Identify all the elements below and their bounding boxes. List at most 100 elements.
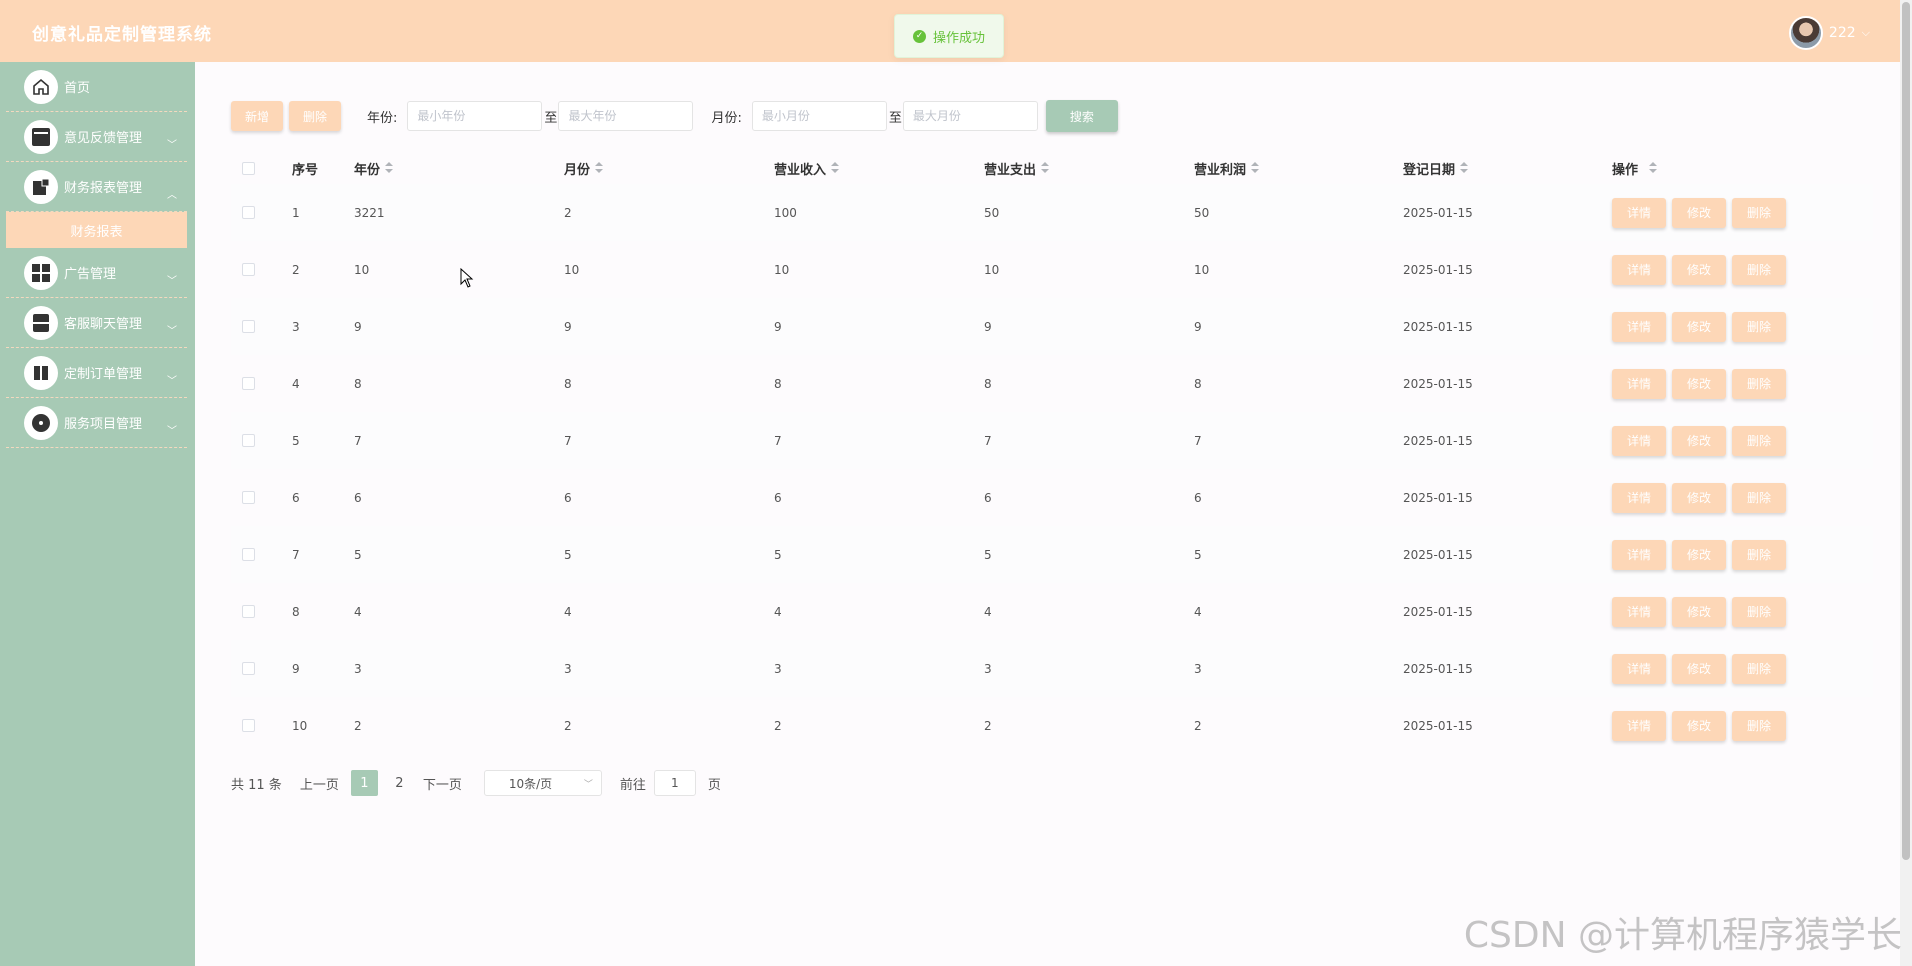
row-checkbox[interactable] bbox=[242, 662, 255, 675]
year-max-input[interactable] bbox=[558, 101, 694, 131]
delete-button[interactable]: 删除 bbox=[1732, 254, 1786, 285]
edit-button[interactable]: 修改 bbox=[1672, 425, 1726, 456]
select-all-checkbox[interactable] bbox=[242, 161, 255, 175]
detail-button[interactable]: 详情 bbox=[1612, 311, 1666, 342]
username[interactable]: 222 bbox=[1829, 25, 1856, 41]
edit-button[interactable]: 修改 bbox=[1672, 311, 1726, 342]
page-1-button[interactable]: 1 bbox=[350, 770, 378, 796]
sidebar-item-home[interactable]: 首页 bbox=[6, 62, 187, 112]
header-year[interactable]: 年份 bbox=[354, 152, 394, 184]
page-size-select[interactable]: 10条/页 ﹀ bbox=[483, 770, 602, 796]
row-checkbox[interactable] bbox=[242, 263, 255, 276]
table-row: 3 9 9 9 9 9 2025-01-15 详情 修改 删除 bbox=[231, 298, 1873, 355]
row-checkbox[interactable] bbox=[242, 377, 255, 390]
add-button[interactable]: 新增 bbox=[231, 101, 284, 131]
sidebar-item-chat[interactable]: 客服聊天管理 ﹀ bbox=[6, 298, 187, 348]
row-checkbox[interactable] bbox=[242, 320, 255, 333]
row-year: 2 bbox=[354, 718, 362, 733]
row-checkbox[interactable] bbox=[242, 491, 255, 504]
edit-button[interactable]: 修改 bbox=[1672, 482, 1726, 513]
row-checkbox[interactable] bbox=[242, 605, 255, 618]
edit-button[interactable]: 修改 bbox=[1672, 539, 1726, 570]
header-profit[interactable]: 营业利润 bbox=[1194, 152, 1260, 184]
sort-icon[interactable] bbox=[385, 162, 394, 174]
row-expense: 2 bbox=[984, 718, 992, 733]
vertical-scrollbar[interactable] bbox=[1900, 0, 1912, 966]
year-min-input[interactable] bbox=[407, 101, 543, 131]
sort-icon[interactable] bbox=[831, 162, 840, 174]
edit-button[interactable]: 修改 bbox=[1672, 653, 1726, 684]
sort-icon[interactable] bbox=[1460, 162, 1469, 174]
delete-button[interactable]: 删除 bbox=[1732, 596, 1786, 627]
delete-button[interactable]: 删除 bbox=[1732, 710, 1786, 741]
sort-icon[interactable] bbox=[1251, 162, 1260, 174]
scrollbar-thumb[interactable] bbox=[1902, 2, 1910, 860]
user-menu[interactable]: 222 ⌵ bbox=[1788, 16, 1870, 50]
row-income: 5 bbox=[774, 547, 782, 562]
row-checkbox[interactable] bbox=[242, 434, 255, 447]
edit-button[interactable]: 修改 bbox=[1672, 368, 1726, 399]
row-checkbox[interactable] bbox=[242, 548, 255, 561]
sidebar-item-feedback[interactable]: 意见反馈管理 ﹀ bbox=[6, 112, 187, 162]
detail-button[interactable]: 详情 bbox=[1612, 710, 1666, 741]
edit-button[interactable]: 修改 bbox=[1672, 254, 1726, 285]
detail-button[interactable]: 详情 bbox=[1612, 197, 1666, 228]
month-label: 月份: bbox=[711, 110, 742, 126]
goto-page-input[interactable] bbox=[653, 770, 696, 796]
delete-button[interactable]: 删除 bbox=[1732, 311, 1786, 342]
submenu-item-finance-report[interactable]: 财务报表 bbox=[6, 212, 187, 248]
row-month: 2 bbox=[564, 205, 572, 220]
row-expense: 6 bbox=[984, 490, 992, 505]
delete-button[interactable]: 删除 bbox=[1732, 425, 1786, 456]
chevron-down-icon[interactable]: ⌵ bbox=[1862, 26, 1870, 40]
row-year: 8 bbox=[354, 376, 362, 391]
detail-button[interactable]: 详情 bbox=[1612, 653, 1666, 684]
edit-button[interactable]: 修改 bbox=[1672, 596, 1726, 627]
row-date: 2025-01-15 bbox=[1403, 319, 1473, 334]
delete-button[interactable]: 删除 bbox=[1732, 539, 1786, 570]
row-checkbox[interactable] bbox=[242, 719, 255, 732]
pagination: 共 11 条 上一页 1 2 下一页 10条/页 ﹀ 前往 页 bbox=[231, 770, 721, 796]
header-income[interactable]: 营业收入 bbox=[774, 152, 840, 184]
row-checkbox[interactable] bbox=[242, 206, 255, 219]
delete-button[interactable]: 删除 bbox=[1732, 368, 1786, 399]
search-button[interactable]: 搜索 bbox=[1045, 100, 1118, 132]
detail-button[interactable]: 详情 bbox=[1612, 482, 1666, 513]
sidebar-item-finance[interactable]: 财务报表管理 ︿ bbox=[6, 162, 187, 212]
row-income: 9 bbox=[774, 319, 782, 334]
sort-icon[interactable] bbox=[1041, 162, 1050, 174]
header-month[interactable]: 月份 bbox=[564, 152, 604, 184]
detail-button[interactable]: 详情 bbox=[1612, 254, 1666, 285]
header-expense[interactable]: 营业支出 bbox=[984, 152, 1050, 184]
month-max-input[interactable] bbox=[902, 101, 1038, 131]
delete-button[interactable]: 删除 bbox=[1732, 197, 1786, 228]
sidebar-item-ads[interactable]: 广告管理 ﹀ bbox=[6, 248, 187, 298]
row-month: 10 bbox=[564, 262, 580, 277]
delete-button[interactable]: 删除 bbox=[1732, 482, 1786, 513]
row-year: 3 bbox=[354, 661, 362, 676]
detail-button[interactable]: 详情 bbox=[1612, 368, 1666, 399]
sort-icon[interactable] bbox=[1649, 162, 1658, 174]
delete-button[interactable]: 删除 bbox=[1732, 653, 1786, 684]
sort-icon[interactable] bbox=[595, 162, 604, 174]
check-circle-icon: ✓ bbox=[912, 29, 926, 43]
detail-button[interactable]: 详情 bbox=[1612, 425, 1666, 456]
edit-button[interactable]: 修改 bbox=[1672, 197, 1726, 228]
detail-button[interactable]: 详情 bbox=[1612, 596, 1666, 627]
sidebar-item-orders[interactable]: 定制订单管理 ﹀ bbox=[6, 348, 187, 398]
header-ops[interactable]: 操作 bbox=[1612, 152, 1658, 184]
table-row: 4 8 8 8 8 8 2025-01-15 详情 修改 删除 bbox=[231, 355, 1873, 412]
row-date: 2025-01-15 bbox=[1403, 433, 1473, 448]
prev-page-button[interactable]: 上一页 bbox=[300, 774, 339, 793]
header-date[interactable]: 登记日期 bbox=[1403, 152, 1469, 184]
watermark: CSDN @计算机程序猿学长 bbox=[1463, 915, 1902, 956]
detail-button[interactable]: 详情 bbox=[1612, 539, 1666, 570]
edit-button[interactable]: 修改 bbox=[1672, 710, 1726, 741]
avatar[interactable] bbox=[1788, 16, 1823, 50]
next-page-button[interactable]: 下一页 bbox=[423, 774, 462, 793]
month-min-input[interactable] bbox=[751, 101, 887, 131]
row-profit: 3 bbox=[1194, 661, 1202, 676]
batch-delete-button[interactable]: 删除 bbox=[289, 101, 342, 131]
page-2-button[interactable]: 2 bbox=[386, 770, 413, 796]
sidebar-item-services[interactable]: 服务项目管理 ﹀ bbox=[6, 398, 187, 448]
